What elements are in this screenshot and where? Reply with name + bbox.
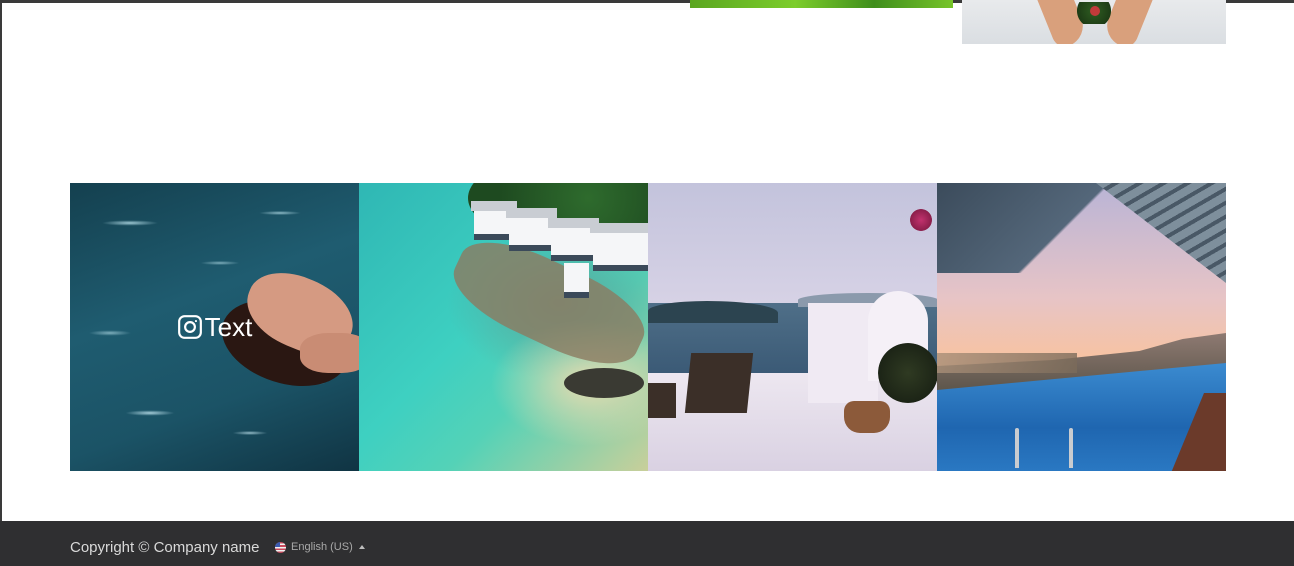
language-selector[interactable]: English (US) bbox=[275, 541, 365, 553]
villa-roof bbox=[590, 223, 648, 233]
instagram-gallery: Text bbox=[70, 183, 1226, 471]
us-flag-icon bbox=[275, 541, 286, 553]
gallery-tile-infinity-pool[interactable] bbox=[937, 183, 1226, 471]
language-label: English (US) bbox=[291, 541, 353, 553]
tile-hover-overlay[interactable]: Text bbox=[70, 183, 359, 471]
partial-image-hands-holding-plant[interactable] bbox=[962, 0, 1226, 44]
partial-image-greenery[interactable] bbox=[690, 0, 953, 8]
gallery-tile-santorini-terrace[interactable] bbox=[648, 183, 937, 471]
villa-roof bbox=[506, 208, 557, 218]
footer: Copyright © Company name English (US) bbox=[0, 521, 1294, 566]
bougainvillea bbox=[910, 209, 932, 231]
gallery-tile-tropical-villas[interactable] bbox=[359, 183, 648, 471]
gallery-tile-swimming-woman[interactable]: Text bbox=[70, 183, 359, 471]
flower bbox=[1090, 6, 1100, 16]
caret-up-icon bbox=[358, 545, 365, 549]
overlay-text: Text bbox=[204, 311, 253, 342]
instagram-icon bbox=[177, 315, 202, 339]
hill bbox=[648, 301, 778, 323]
pool-ladder bbox=[1069, 428, 1073, 468]
flower-pot bbox=[844, 401, 890, 433]
left-frame-border bbox=[0, 0, 2, 521]
potted-plant bbox=[878, 343, 937, 403]
chair bbox=[648, 383, 676, 418]
pool-ladder bbox=[1015, 428, 1019, 468]
copyright-text: Copyright © Company name bbox=[70, 539, 260, 556]
chair bbox=[684, 353, 754, 413]
villa bbox=[564, 263, 589, 298]
boulder bbox=[564, 368, 644, 398]
town bbox=[937, 353, 1077, 373]
villa bbox=[593, 231, 648, 271]
